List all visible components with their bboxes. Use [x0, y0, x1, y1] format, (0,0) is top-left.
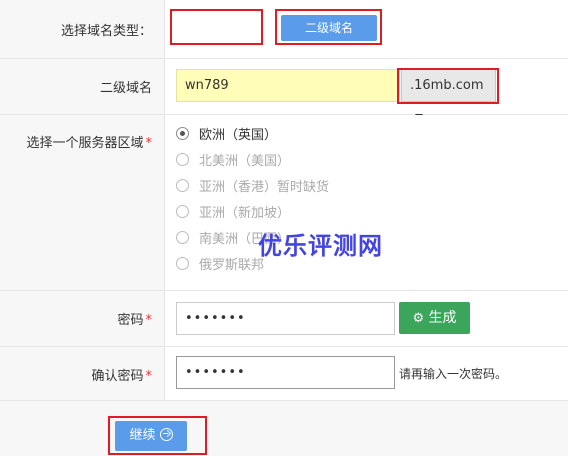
subdomain-label: 二级域名 — [99, 81, 152, 96]
required-mark: * — [145, 369, 153, 384]
second-level-button-highlight — [275, 9, 382, 45]
region-option-label: 俄罗斯联邦 — [199, 257, 265, 273]
radio-icon — [176, 256, 189, 270]
required-mark: * — [145, 136, 153, 151]
radio-icon — [176, 152, 189, 166]
server-region-row: 选择一个服务器区域 * 欧洲（英国） 北美洲（美国） 亚洲（香港）暂时缺货 亚洲（… — [0, 115, 568, 291]
label-cell: 二级域名 — [0, 59, 165, 114]
required-mark: * — [145, 313, 153, 328]
subdomain-input[interactable]: wn789 — [176, 69, 400, 102]
confirm-password-label: 确认密码 * — [91, 365, 152, 384]
label-cell: 密码 * — [0, 291, 165, 346]
region-option-hong-kong: 亚洲（香港）暂时缺货 — [176, 175, 329, 195]
generate-password-button[interactable]: ⚙ 生成 — [399, 302, 470, 334]
region-option-label: 北美洲（美国） — [199, 153, 291, 169]
region-option-north-america: 北美洲（美国） — [176, 149, 290, 169]
radio-icon — [176, 178, 189, 192]
label-cell: 选择域名类型： — [0, 0, 165, 58]
region-option-label: 亚洲（香港）暂时缺货 — [199, 179, 330, 195]
label-cell: 确认密码 * — [0, 347, 165, 400]
domain-suffix-highlight — [397, 68, 499, 104]
password-label-text: 密码 — [117, 313, 144, 328]
server-region-label: 选择一个服务器区域 * — [26, 132, 152, 151]
radio-selected-icon — [176, 126, 189, 140]
confirm-password-row: 确认密码 * ••••••• 请再输入一次密码。 — [0, 347, 568, 401]
domain-type-row: 选择域名类型： 二级域名 — [0, 0, 568, 59]
domain-type-label: 选择域名类型： — [60, 24, 152, 39]
password-label: 密码 * — [117, 309, 152, 328]
confirm-password-hint: 请再输入一次密码。 — [399, 367, 508, 381]
subdomain-row: 二级域名 wn789 .16mb.com — [0, 59, 568, 119]
server-region-label-text: 选择一个服务器区域 — [26, 136, 144, 151]
watermark: 优乐评测网 — [258, 232, 383, 260]
radio-icon — [176, 204, 189, 218]
region-option-russia: 俄罗斯联邦 — [176, 253, 264, 273]
confirm-password-label-text: 确认密码 — [91, 369, 144, 384]
password-dots: ••••••• — [185, 311, 246, 326]
region-option-label: 欧洲（英国） — [199, 127, 278, 143]
region-option-label: 亚洲（新加坡） — [199, 205, 291, 221]
region-option-europe[interactable]: 欧洲（英国） — [176, 123, 277, 143]
continue-button-highlight — [108, 416, 207, 455]
region-option-singapore: 亚洲（新加坡） — [176, 201, 290, 221]
confirm-password-input[interactable]: ••••••• — [176, 356, 395, 389]
generate-button-label: 生成 — [428, 310, 457, 326]
label-cell: 选择一个服务器区域 * — [0, 115, 165, 290]
footer-row: 继续 — [0, 401, 568, 456]
gear-icon: ⚙ — [412, 311, 425, 326]
domain-type-input-highlight — [170, 9, 263, 45]
confirm-password-dots: ••••••• — [185, 365, 246, 380]
password-input[interactable]: ••••••• — [176, 302, 395, 335]
password-row: 密码 * ••••••• ⚙ 生成 — [0, 291, 568, 347]
radio-icon — [176, 230, 189, 244]
